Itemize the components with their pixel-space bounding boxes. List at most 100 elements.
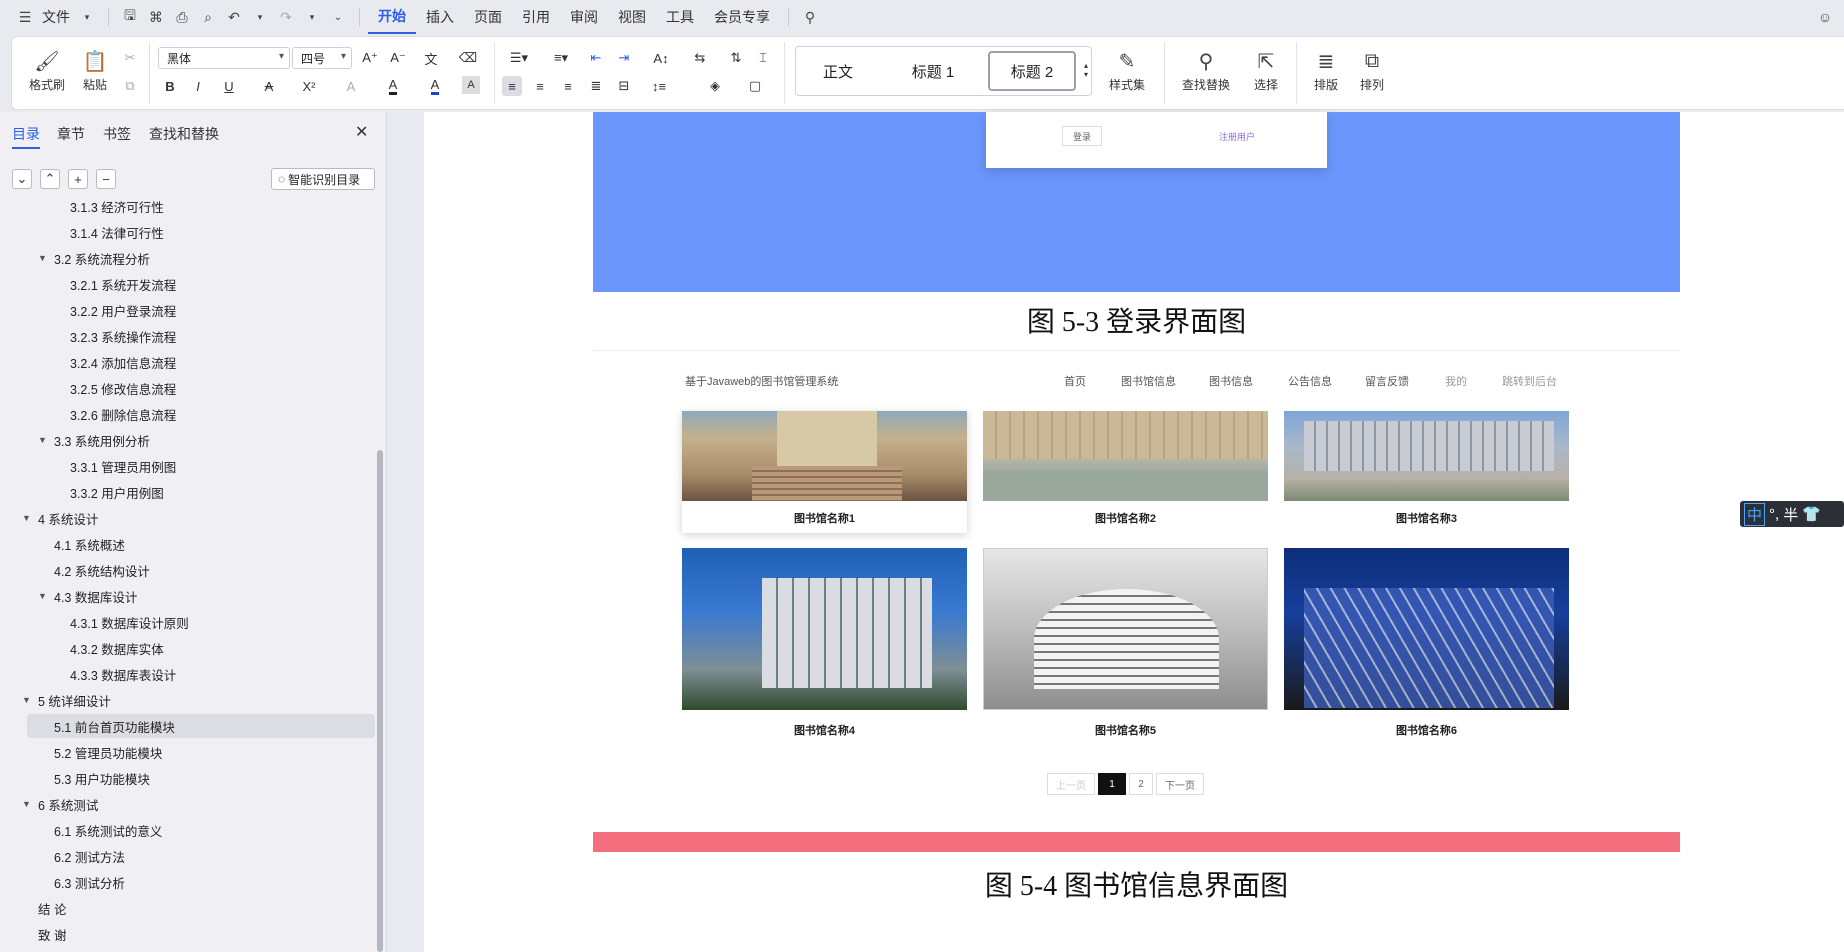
find-replace-button[interactable]: ⚲ 查找替换 bbox=[1174, 46, 1238, 93]
toc-item[interactable]: 致 谢 bbox=[0, 922, 370, 946]
highlight-icon[interactable]: A bbox=[378, 76, 408, 96]
tab-chapter[interactable]: 章节 bbox=[57, 124, 85, 144]
ime-punct[interactable]: °, bbox=[1769, 506, 1779, 523]
toc-item[interactable]: ▼ 5 统详细设计 bbox=[0, 688, 370, 712]
sort-icon[interactable]: ⇅ bbox=[726, 48, 746, 68]
convert-icon[interactable]: ⇆ bbox=[686, 48, 714, 68]
chat-icon[interactable]: ☺ bbox=[1814, 6, 1836, 28]
tab-page[interactable]: 页面 bbox=[464, 0, 512, 34]
toc-item[interactable]: 3.2.5 修改信息流程 bbox=[0, 376, 370, 400]
clear-format-icon[interactable]: ⌫ bbox=[458, 48, 478, 68]
collapse-toggle-icon[interactable]: ▼ bbox=[38, 435, 47, 445]
toc-item[interactable]: 3.3.2 用户用例图 bbox=[0, 480, 370, 504]
toc-item[interactable]: 结 论 bbox=[0, 896, 370, 920]
toc-item[interactable]: 3.2.1 系统开发流程 bbox=[0, 272, 370, 296]
chevron-down-icon[interactable]: ▾ bbox=[249, 6, 271, 28]
numbered-list-icon[interactable]: ≡▾ bbox=[546, 48, 576, 68]
tab-home[interactable]: 开始 bbox=[368, 0, 416, 34]
toc-item[interactable]: 4.2 系统结构设计 bbox=[0, 558, 370, 582]
italic-icon[interactable]: I bbox=[188, 76, 208, 96]
toc-item[interactable]: 4.3.1 数据库设计原则 bbox=[0, 610, 370, 634]
toc-item[interactable]: 4.3.3 数据库表设计 bbox=[0, 662, 370, 686]
toc-item[interactable]: ▼ 3.2 系统流程分析 bbox=[0, 246, 370, 270]
collapse-toggle-icon[interactable]: ▼ bbox=[22, 513, 31, 523]
copy-icon[interactable]: ⧉ bbox=[120, 76, 140, 96]
distribute-icon[interactable]: ⊟ bbox=[614, 76, 634, 96]
tab-find-replace[interactable]: 查找和替换 bbox=[149, 124, 219, 144]
cut-icon[interactable]: ✂ bbox=[120, 48, 140, 68]
chevron-down-icon[interactable]: ▾ bbox=[76, 6, 98, 28]
align-right-icon[interactable]: ≡ bbox=[558, 76, 578, 96]
tab-bookmark[interactable]: 书签 bbox=[103, 124, 131, 144]
bold-icon[interactable]: B bbox=[160, 76, 180, 96]
text-effect-icon[interactable]: A bbox=[338, 76, 364, 96]
toc-item[interactable]: 4.3.2 数据库实体 bbox=[0, 636, 370, 660]
ime-lang[interactable]: 中 bbox=[1744, 502, 1766, 526]
toc-item[interactable]: 5.3 用户功能模块 bbox=[0, 766, 370, 790]
style-heading-1[interactable]: 标题 1 bbox=[890, 51, 976, 91]
line-spacing-icon[interactable]: ↕≡ bbox=[644, 76, 674, 96]
tab-insert[interactable]: 插入 bbox=[416, 0, 464, 34]
paste-button[interactable]: 📋 粘贴 bbox=[74, 46, 116, 93]
toc-item[interactable]: 3.2.4 添加信息流程 bbox=[0, 350, 370, 374]
toc-item[interactable]: 3.1.4 法律可行性 bbox=[0, 220, 370, 244]
toc-item[interactable]: ▼ 4.3 数据库设计 bbox=[0, 584, 370, 608]
tab-view[interactable]: 视图 bbox=[608, 0, 656, 34]
phonetic-icon[interactable]: 文 bbox=[418, 48, 444, 68]
toc-item[interactable]: 6.2 测试方法 bbox=[0, 844, 370, 868]
smart-toc-button[interactable]: ◌ 智能识别目录 bbox=[271, 168, 375, 190]
text-direction-icon[interactable]: A↕ bbox=[646, 48, 676, 68]
remove-icon[interactable]: − bbox=[96, 169, 116, 189]
bullet-list-icon[interactable]: ☰▾ bbox=[504, 48, 534, 68]
justify-icon[interactable]: ≣ bbox=[586, 76, 606, 96]
toc-item[interactable]: 3.2.2 用户登录流程 bbox=[0, 298, 370, 322]
font-shrink-icon[interactable]: A⁻ bbox=[388, 48, 408, 68]
toc-item[interactable]: 5.1 前台首页功能模块 bbox=[27, 714, 375, 738]
collapse-toggle-icon[interactable]: ▼ bbox=[22, 695, 31, 705]
toc-item[interactable]: ▼ 3.3 系统用例分析 bbox=[0, 428, 370, 452]
redo-icon[interactable]: ↷ bbox=[275, 6, 297, 28]
style-normal[interactable]: 正文 bbox=[804, 51, 872, 91]
style-heading-2[interactable]: 标题 2 bbox=[988, 51, 1076, 91]
strikethrough-icon[interactable]: A bbox=[256, 76, 282, 96]
toc-item[interactable]: 3.1.3 经济可行性 bbox=[0, 200, 370, 218]
search-icon[interactable]: ⚲ bbox=[799, 6, 821, 28]
collapse-toggle-icon[interactable]: ▼ bbox=[38, 591, 47, 601]
format-painter-button[interactable]: 🖌 格式刷 bbox=[26, 46, 68, 93]
toc-item[interactable]: 6.1 系统测试的意义 bbox=[0, 818, 370, 842]
font-grow-icon[interactable]: A⁺ bbox=[360, 48, 380, 68]
tab-tools[interactable]: 工具 bbox=[656, 0, 704, 34]
tab-toc[interactable]: 目录 bbox=[12, 124, 40, 149]
tab-vip[interactable]: 会员专享 bbox=[704, 0, 780, 34]
collapse-icon[interactable]: ⌃ bbox=[40, 169, 60, 189]
toc-item[interactable]: 3.3.1 管理员用例图 bbox=[0, 454, 370, 478]
close-icon[interactable]: ✕ bbox=[355, 122, 368, 142]
toc-item[interactable]: ▼ 4 系统设计 bbox=[0, 506, 370, 530]
collapse-toggle-icon[interactable]: ▼ bbox=[38, 253, 47, 263]
expand-icon[interactable]: ⌄ bbox=[12, 169, 32, 189]
save-icon[interactable]: 🖫 bbox=[119, 6, 141, 28]
ime-width[interactable]: 半 bbox=[1783, 504, 1798, 525]
sidebar-scrollbar[interactable] bbox=[377, 450, 383, 952]
font-color-icon[interactable]: A bbox=[420, 76, 450, 96]
tab-review[interactable]: 审阅 bbox=[560, 0, 608, 34]
toc-item[interactable]: ▼ 6 系统测试 bbox=[0, 792, 370, 816]
toc-item[interactable]: 4.1 系统概述 bbox=[0, 532, 370, 556]
border-icon[interactable]: ▢ bbox=[740, 76, 770, 96]
toc-item[interactable]: 6.3 测试分析 bbox=[0, 870, 370, 894]
file-menu[interactable]: 文件 bbox=[38, 0, 74, 34]
arrange-button[interactable]: ⧉ 排列 bbox=[1352, 46, 1392, 93]
char-shading-icon[interactable]: A bbox=[462, 76, 480, 94]
menu-icon[interactable]: ☰ bbox=[14, 6, 36, 28]
collapse-toggle-icon[interactable]: ▼ bbox=[22, 799, 31, 809]
tab-reference[interactable]: 引用 bbox=[512, 0, 560, 34]
skin-icon[interactable]: 👕 bbox=[1802, 505, 1821, 523]
style-scroll-arrows[interactable]: ▴ ▾ bbox=[1080, 46, 1092, 94]
chevron-down-icon[interactable]: ▾ bbox=[301, 6, 323, 28]
add-icon[interactable]: + bbox=[68, 169, 88, 189]
underline-icon[interactable]: U bbox=[216, 76, 242, 96]
toc-item[interactable]: 5.2 管理员功能模块 bbox=[0, 740, 370, 764]
style-set-button[interactable]: ✎ 样式集 bbox=[1100, 46, 1154, 93]
shading-icon[interactable]: ◈ bbox=[700, 76, 730, 96]
undo-icon[interactable]: ↶ bbox=[223, 6, 245, 28]
